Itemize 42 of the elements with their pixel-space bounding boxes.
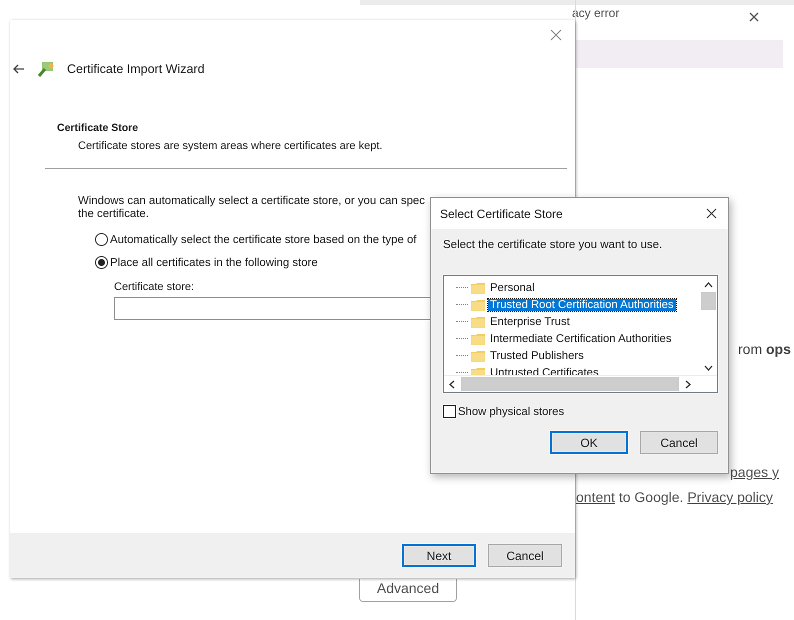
back-arrow-icon[interactable] bbox=[12, 64, 25, 74]
dialog-button[interactable]: Next bbox=[402, 544, 476, 567]
folder-icon bbox=[471, 316, 485, 328]
dialog-button[interactable]: Cancel bbox=[640, 431, 718, 454]
scrollbar-thumb[interactable] bbox=[701, 292, 716, 310]
window-title: Certificate Import Wizard bbox=[67, 62, 205, 76]
scroll-down-icon[interactable] bbox=[704, 365, 713, 371]
dialog-button[interactable]: Cancel bbox=[488, 544, 562, 567]
dialog-button[interactable]: OK bbox=[550, 431, 628, 454]
tree-item[interactable]: Personal bbox=[488, 282, 537, 294]
dialog-title: Select Certificate Store bbox=[440, 206, 563, 220]
tree-item[interactable]: Enterprise Trust bbox=[488, 316, 572, 328]
link[interactable]: Privacy policy bbox=[687, 489, 773, 505]
instruction-text: the certificate. bbox=[78, 208, 150, 221]
folder-icon bbox=[471, 298, 485, 310]
page-text: pages y bbox=[730, 464, 780, 480]
tree-item[interactable]: Trusted Root Certification Authorities bbox=[488, 298, 676, 310]
certificate-icon bbox=[37, 60, 55, 78]
tree-item[interactable]: Trusted Publishers bbox=[488, 350, 586, 362]
folder-icon bbox=[471, 366, 485, 375]
scroll-left-icon[interactable] bbox=[449, 380, 455, 388]
field-label: Certificate store: bbox=[114, 281, 194, 293]
folder-icon bbox=[471, 282, 485, 294]
close-icon[interactable] bbox=[749, 12, 759, 22]
scroll-right-icon[interactable] bbox=[685, 380, 691, 388]
page-text: rom ops bbox=[738, 341, 791, 357]
scroll-up-icon[interactable] bbox=[704, 282, 713, 288]
link[interactable]: ontent bbox=[576, 489, 615, 505]
radio-option[interactable]: Place all certificates in the following store bbox=[95, 256, 416, 269]
folder-icon bbox=[471, 350, 485, 362]
section-title: Certificate Store bbox=[57, 122, 138, 134]
prompt-text: Select the certificate store you want to use. bbox=[443, 239, 664, 251]
folder-icon bbox=[471, 332, 485, 344]
show-physical-stores-checkbox[interactable]: Show physical stores bbox=[443, 405, 718, 418]
advanced-button[interactable]: Advanced bbox=[359, 579, 457, 602]
radio-option[interactable]: Automatically select the certificate store based on the type of bbox=[95, 233, 416, 246]
horizontal-scrollbar[interactable] bbox=[444, 375, 717, 392]
instruction-text: Windows can automatically select a certificate store, or you can spec bbox=[78, 195, 425, 208]
page-text: ontent to Google. Privacy policy bbox=[576, 489, 773, 505]
section-description: Certificate stores are system areas where certificates are kept. bbox=[78, 140, 382, 152]
tree-item[interactable]: Intermediate Certification Authorities bbox=[488, 332, 674, 344]
close-icon[interactable] bbox=[706, 208, 717, 219]
